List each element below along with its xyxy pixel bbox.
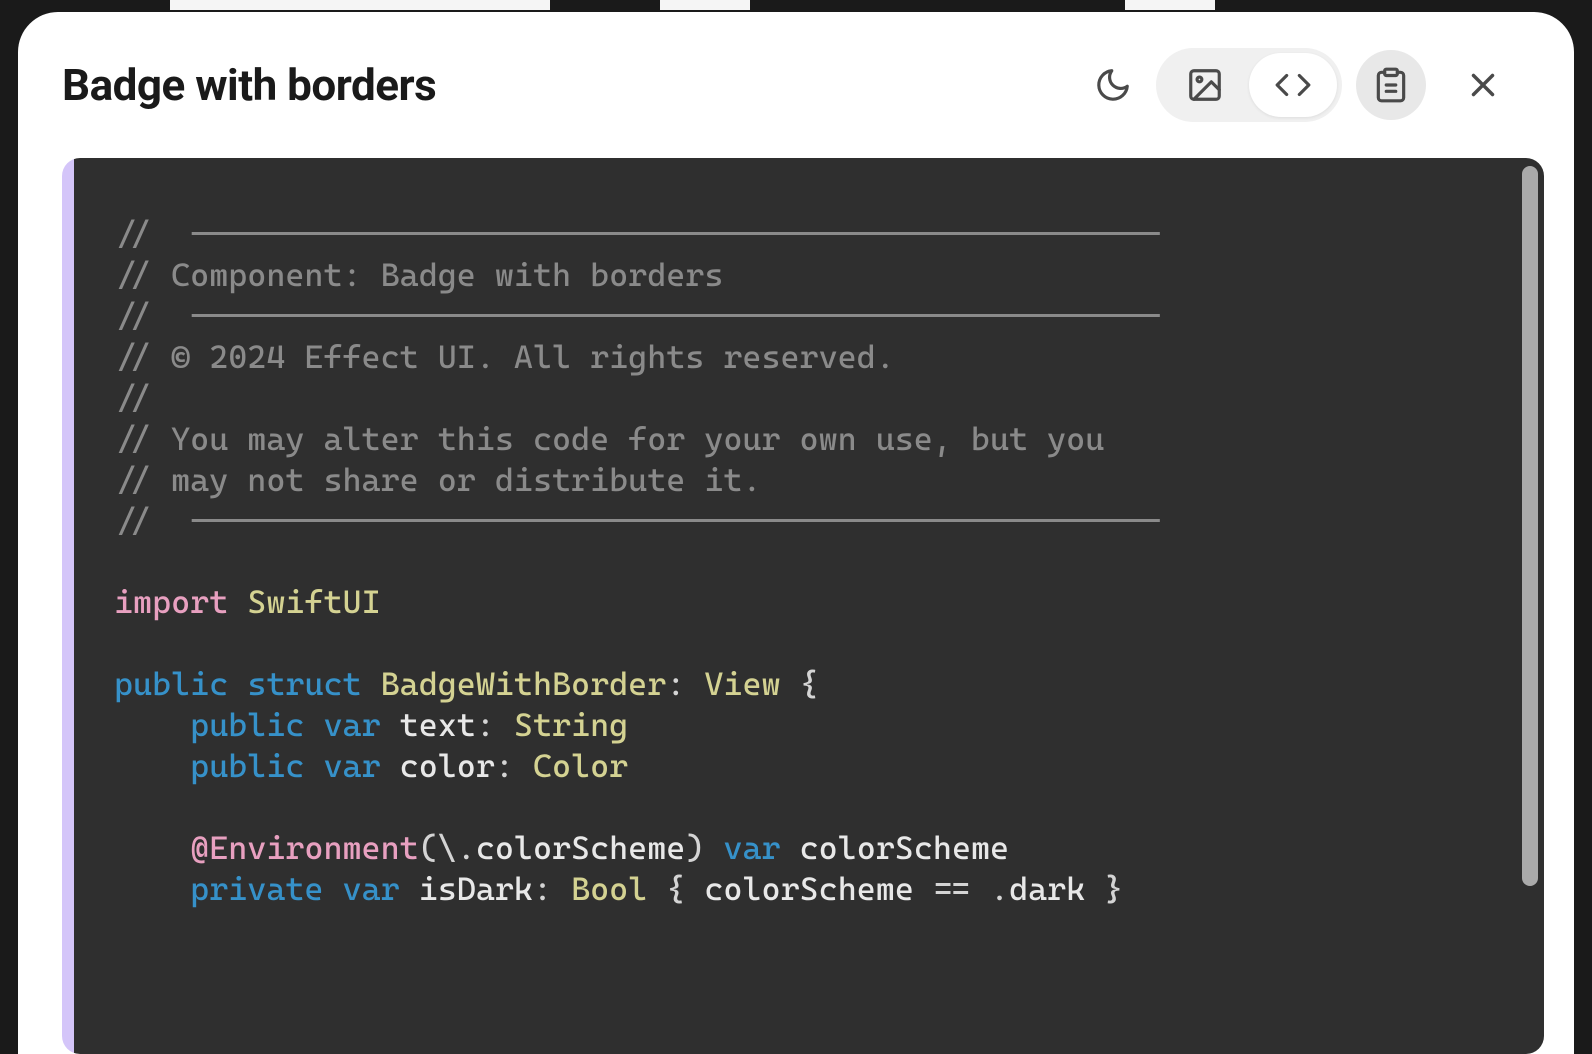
code-area[interactable]: // -------------------------------------… [74, 158, 1544, 1054]
accent-bar [62, 158, 74, 1054]
close-icon [1464, 66, 1502, 104]
code-icon [1274, 66, 1312, 104]
modal-header: Badge with borders [18, 12, 1574, 150]
code-content: // -------------------------------------… [114, 214, 1504, 910]
view-image-button[interactable] [1161, 53, 1249, 117]
header-actions [1078, 48, 1518, 122]
copy-button[interactable] [1356, 50, 1426, 120]
image-icon [1186, 66, 1224, 104]
modal-title: Badge with borders [62, 59, 436, 111]
moon-icon [1094, 66, 1132, 104]
scrollbar-thumb[interactable] [1522, 166, 1538, 886]
code-modal: Badge with borders [18, 12, 1574, 1054]
view-code-button[interactable] [1249, 53, 1337, 117]
close-button[interactable] [1448, 50, 1518, 120]
clipboard-icon [1372, 66, 1410, 104]
view-toggle-group [1156, 48, 1342, 122]
code-container: // -------------------------------------… [62, 158, 1544, 1054]
background-tabs [0, 0, 1592, 10]
theme-toggle-button[interactable] [1078, 50, 1148, 120]
